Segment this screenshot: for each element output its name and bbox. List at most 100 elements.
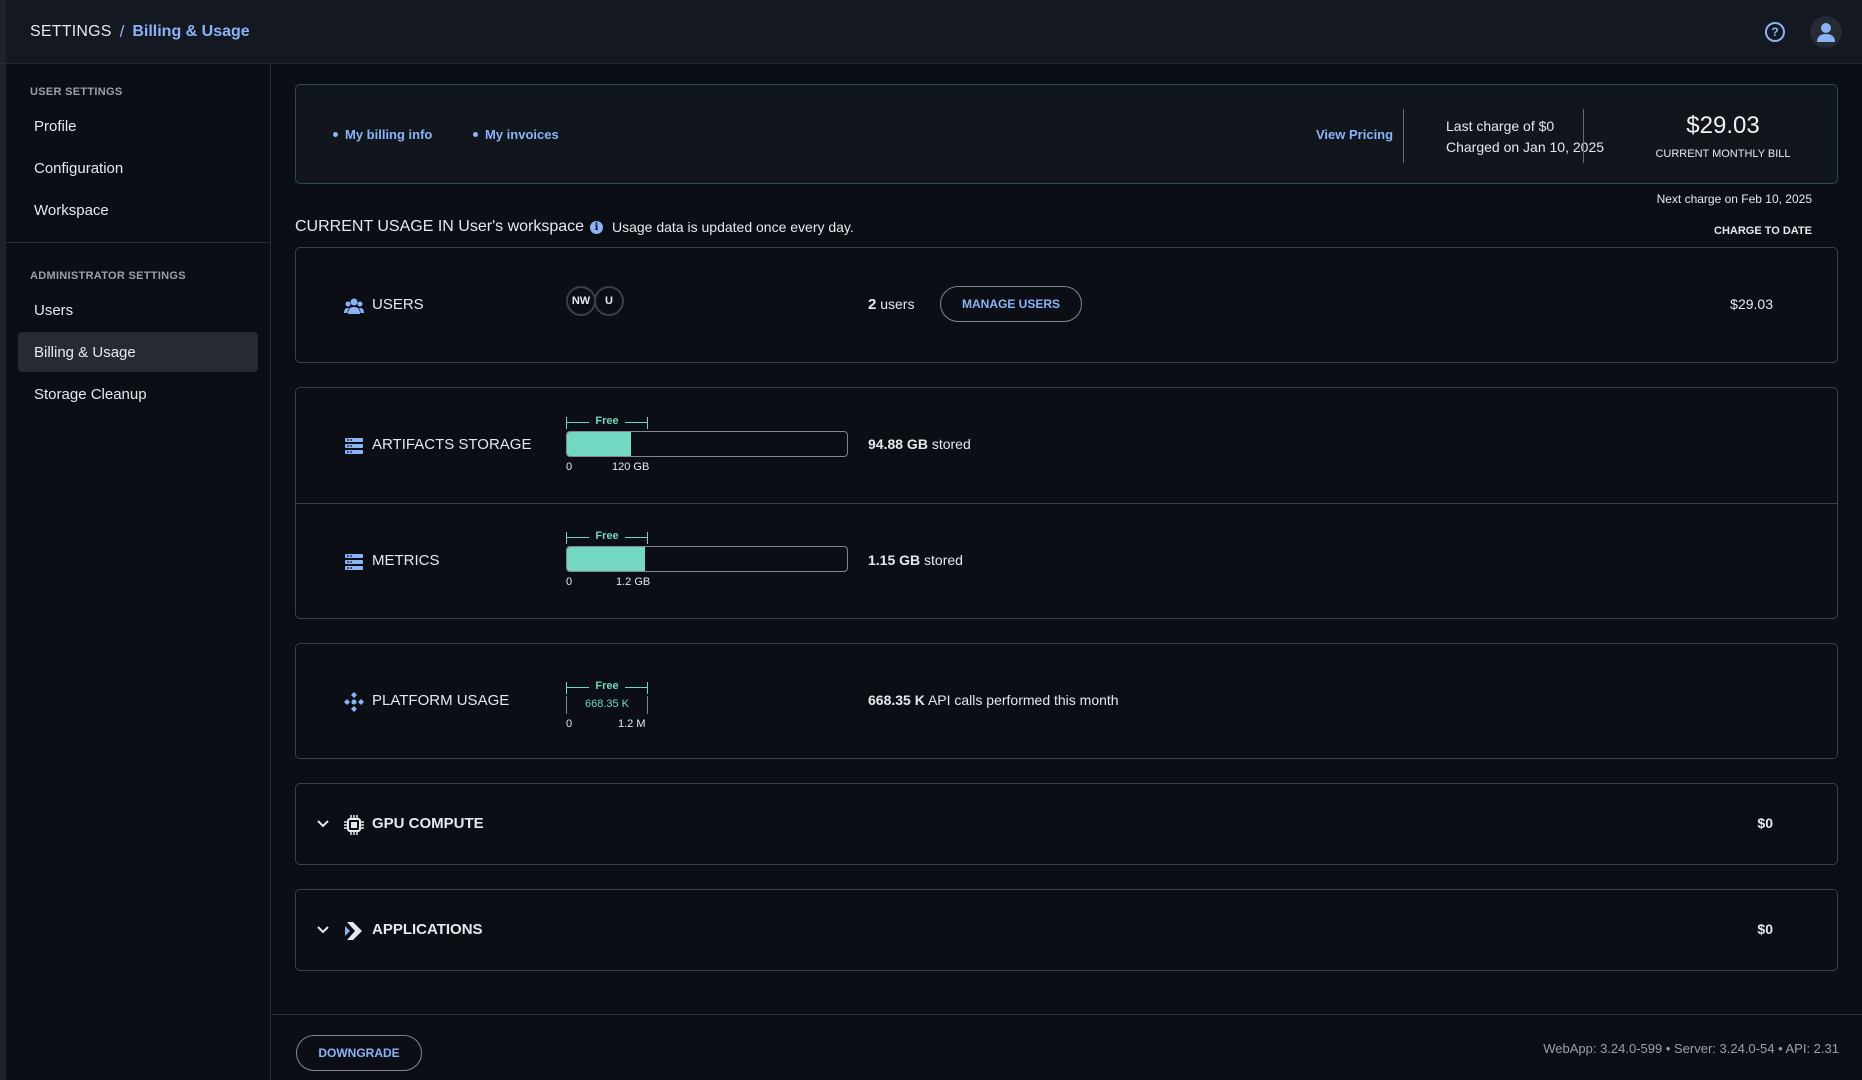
- my-invoices-label: My invoices: [485, 127, 559, 142]
- breadcrumb-current: Billing & Usage: [132, 23, 250, 40]
- users-count: 2 users: [868, 296, 914, 313]
- gpu-compute-panel[interactable]: GPU COMPUTE $0: [295, 783, 1838, 865]
- bullet-icon: [333, 132, 338, 137]
- gpu-compute-label: GPU COMPUTE: [372, 815, 484, 832]
- chevron-down-icon[interactable]: [316, 923, 330, 937]
- sidebar-item-configuration[interactable]: Configuration: [18, 148, 258, 188]
- platform-usage-inline-value: 668.35 K: [584, 698, 630, 710]
- footer-divider: [272, 1014, 1862, 1015]
- sidebar: USER SETTINGS Profile Configuration Work…: [0, 64, 271, 1080]
- platform-usage-suffix: API calls performed this month: [924, 692, 1119, 708]
- current-monthly-bill-label: CURRENT MONTHLY BILL: [1655, 148, 1791, 160]
- platform-icon: [344, 692, 364, 712]
- applications-charge: $0: [1757, 921, 1773, 937]
- charge-to-date-header: CHARGE TO DATE: [1714, 225, 1812, 237]
- top-header: SETTINGS / Billing & Usage ?: [0, 0, 1862, 64]
- usage-bar-track: [566, 546, 848, 572]
- billing-summary-card: My billing info My invoices View Pricing…: [295, 84, 1838, 184]
- avatar[interactable]: U: [594, 286, 624, 316]
- usage-section-title: CURRENT USAGE IN User's workspace: [295, 218, 585, 235]
- free-tier-label: Free: [595, 680, 619, 692]
- platform-usage-panel: PLATFORM USAGE Free 668.35 K 0 1.2 M 668…: [295, 643, 1838, 759]
- breadcrumb: SETTINGS / Billing & Usage: [30, 22, 250, 42]
- platform-usage-label: PLATFORM USAGE: [372, 692, 510, 709]
- usage-bar-track: [566, 431, 848, 457]
- users-panel: USERS NW U 2 users MANAGE USERS $29.03: [295, 247, 1838, 363]
- artifacts-stored: 94.88 GB stored: [868, 436, 971, 452]
- manage-users-button[interactable]: MANAGE USERS: [940, 286, 1082, 322]
- bullet-icon: [473, 132, 478, 137]
- last-charge-date: Charged on Jan 10, 2025: [1446, 139, 1605, 155]
- artifacts-stored-value: 94.88 GB: [868, 436, 928, 452]
- user-settings-label: USER SETTINGS: [30, 86, 123, 98]
- downgrade-button[interactable]: DOWNGRADE: [296, 1035, 422, 1071]
- free-tier-bracket: Free: [566, 680, 648, 694]
- tick-free-limit: 120 GB: [612, 461, 650, 473]
- view-pricing-link[interactable]: View Pricing: [1316, 127, 1393, 142]
- help-button[interactable]: ?: [1765, 22, 1785, 42]
- user-avatars: NW U: [566, 286, 624, 316]
- question-circle-icon: ?: [1771, 25, 1779, 39]
- metrics-stored-suffix: stored: [920, 552, 963, 568]
- free-tier-bracket: Free: [566, 530, 648, 544]
- user-icon: [1817, 23, 1835, 42]
- storage-panel: ARTIFACTS STORAGE Free 0 120 GB 94.88 GB…: [295, 387, 1838, 619]
- current-monthly-bill-amount: $29.03: [1686, 112, 1760, 139]
- metrics-label: METRICS: [372, 552, 440, 569]
- sidebar-item-storage-cleanup[interactable]: Storage Cleanup: [18, 374, 258, 414]
- my-billing-info-link[interactable]: My billing info: [333, 127, 432, 142]
- info-icon: i: [590, 220, 603, 234]
- tick-min: 0: [566, 576, 573, 588]
- free-tier-label: Free: [595, 415, 619, 427]
- user-menu-button[interactable]: [1810, 16, 1842, 48]
- tick-free-limit: 1.2 GB: [616, 576, 651, 588]
- metrics-row: METRICS Free 0 1.2 GB 1.15 GB stored: [296, 504, 1837, 620]
- free-tier-label: Free: [595, 530, 619, 542]
- my-invoices-link[interactable]: My invoices: [473, 127, 559, 142]
- artifacts-storage-row: ARTIFACTS STORAGE Free 0 120 GB 94.88 GB…: [296, 388, 1837, 504]
- tick-free-limit: 1.2 M: [618, 718, 646, 730]
- artifacts-storage-label: ARTIFACTS STORAGE: [372, 436, 532, 453]
- platform-usage-summary: 668.35 K API calls performed this month: [868, 692, 1119, 708]
- breadcrumb-separator: /: [119, 22, 125, 41]
- storage-icon: [344, 436, 364, 456]
- version-info: WebApp: 3.24.0-599 • Server: 3.24.0-54 •…: [1543, 1041, 1839, 1056]
- usage-note: i Usage data is updated once every day.: [590, 219, 854, 235]
- users-charge: $29.03: [1730, 296, 1773, 312]
- last-charge-amount: Last charge of $0: [1446, 118, 1555, 134]
- users-count-unit: users: [876, 296, 915, 312]
- tick-min: 0: [566, 718, 573, 730]
- storage-icon: [344, 552, 364, 572]
- tick-min: 0: [566, 461, 573, 473]
- divider: [1583, 109, 1584, 163]
- breadcrumb-settings[interactable]: SETTINGS: [30, 23, 112, 41]
- usage-bar-fill: [567, 432, 631, 456]
- sidebar-item-workspace[interactable]: Workspace: [18, 190, 258, 230]
- applications-icon: [344, 921, 364, 941]
- chevron-down-icon[interactable]: [316, 817, 330, 831]
- applications-panel[interactable]: APPLICATIONS $0: [295, 889, 1838, 971]
- main-content: My billing info My invoices View Pricing…: [272, 64, 1862, 1080]
- metrics-stored-value: 1.15 GB: [868, 552, 921, 568]
- gpu-compute-charge: $0: [1757, 815, 1773, 831]
- users-label: USERS: [372, 296, 424, 313]
- users-icon: [344, 296, 364, 316]
- sidebar-item-profile[interactable]: Profile: [18, 106, 258, 146]
- divider: [1403, 109, 1404, 163]
- sidebar-item-billing-usage[interactable]: Billing & Usage: [18, 332, 258, 372]
- artifacts-stored-suffix: stored: [927, 436, 971, 452]
- my-billing-info-label: My billing info: [345, 127, 433, 142]
- sidebar-item-users[interactable]: Users: [18, 290, 258, 330]
- platform-usage-value: 668.35 K: [868, 692, 925, 708]
- chip-icon: [344, 815, 364, 835]
- metrics-stored: 1.15 GB stored: [868, 552, 963, 568]
- next-charge-date: Next charge on Feb 10, 2025: [1656, 192, 1812, 206]
- applications-label: APPLICATIONS: [372, 921, 483, 938]
- sidebar-divider: [6, 242, 271, 243]
- free-tier-bracket: Free: [566, 415, 648, 429]
- last-charge-info: Last charge of $0 Charged on Jan 10, 202…: [1446, 116, 1604, 158]
- usage-bar-fill: [567, 547, 645, 571]
- admin-settings-label: ADMINISTRATOR SETTINGS: [30, 270, 186, 282]
- usage-note-text: Usage data is updated once every day.: [612, 219, 854, 235]
- avatar[interactable]: NW: [566, 286, 596, 316]
